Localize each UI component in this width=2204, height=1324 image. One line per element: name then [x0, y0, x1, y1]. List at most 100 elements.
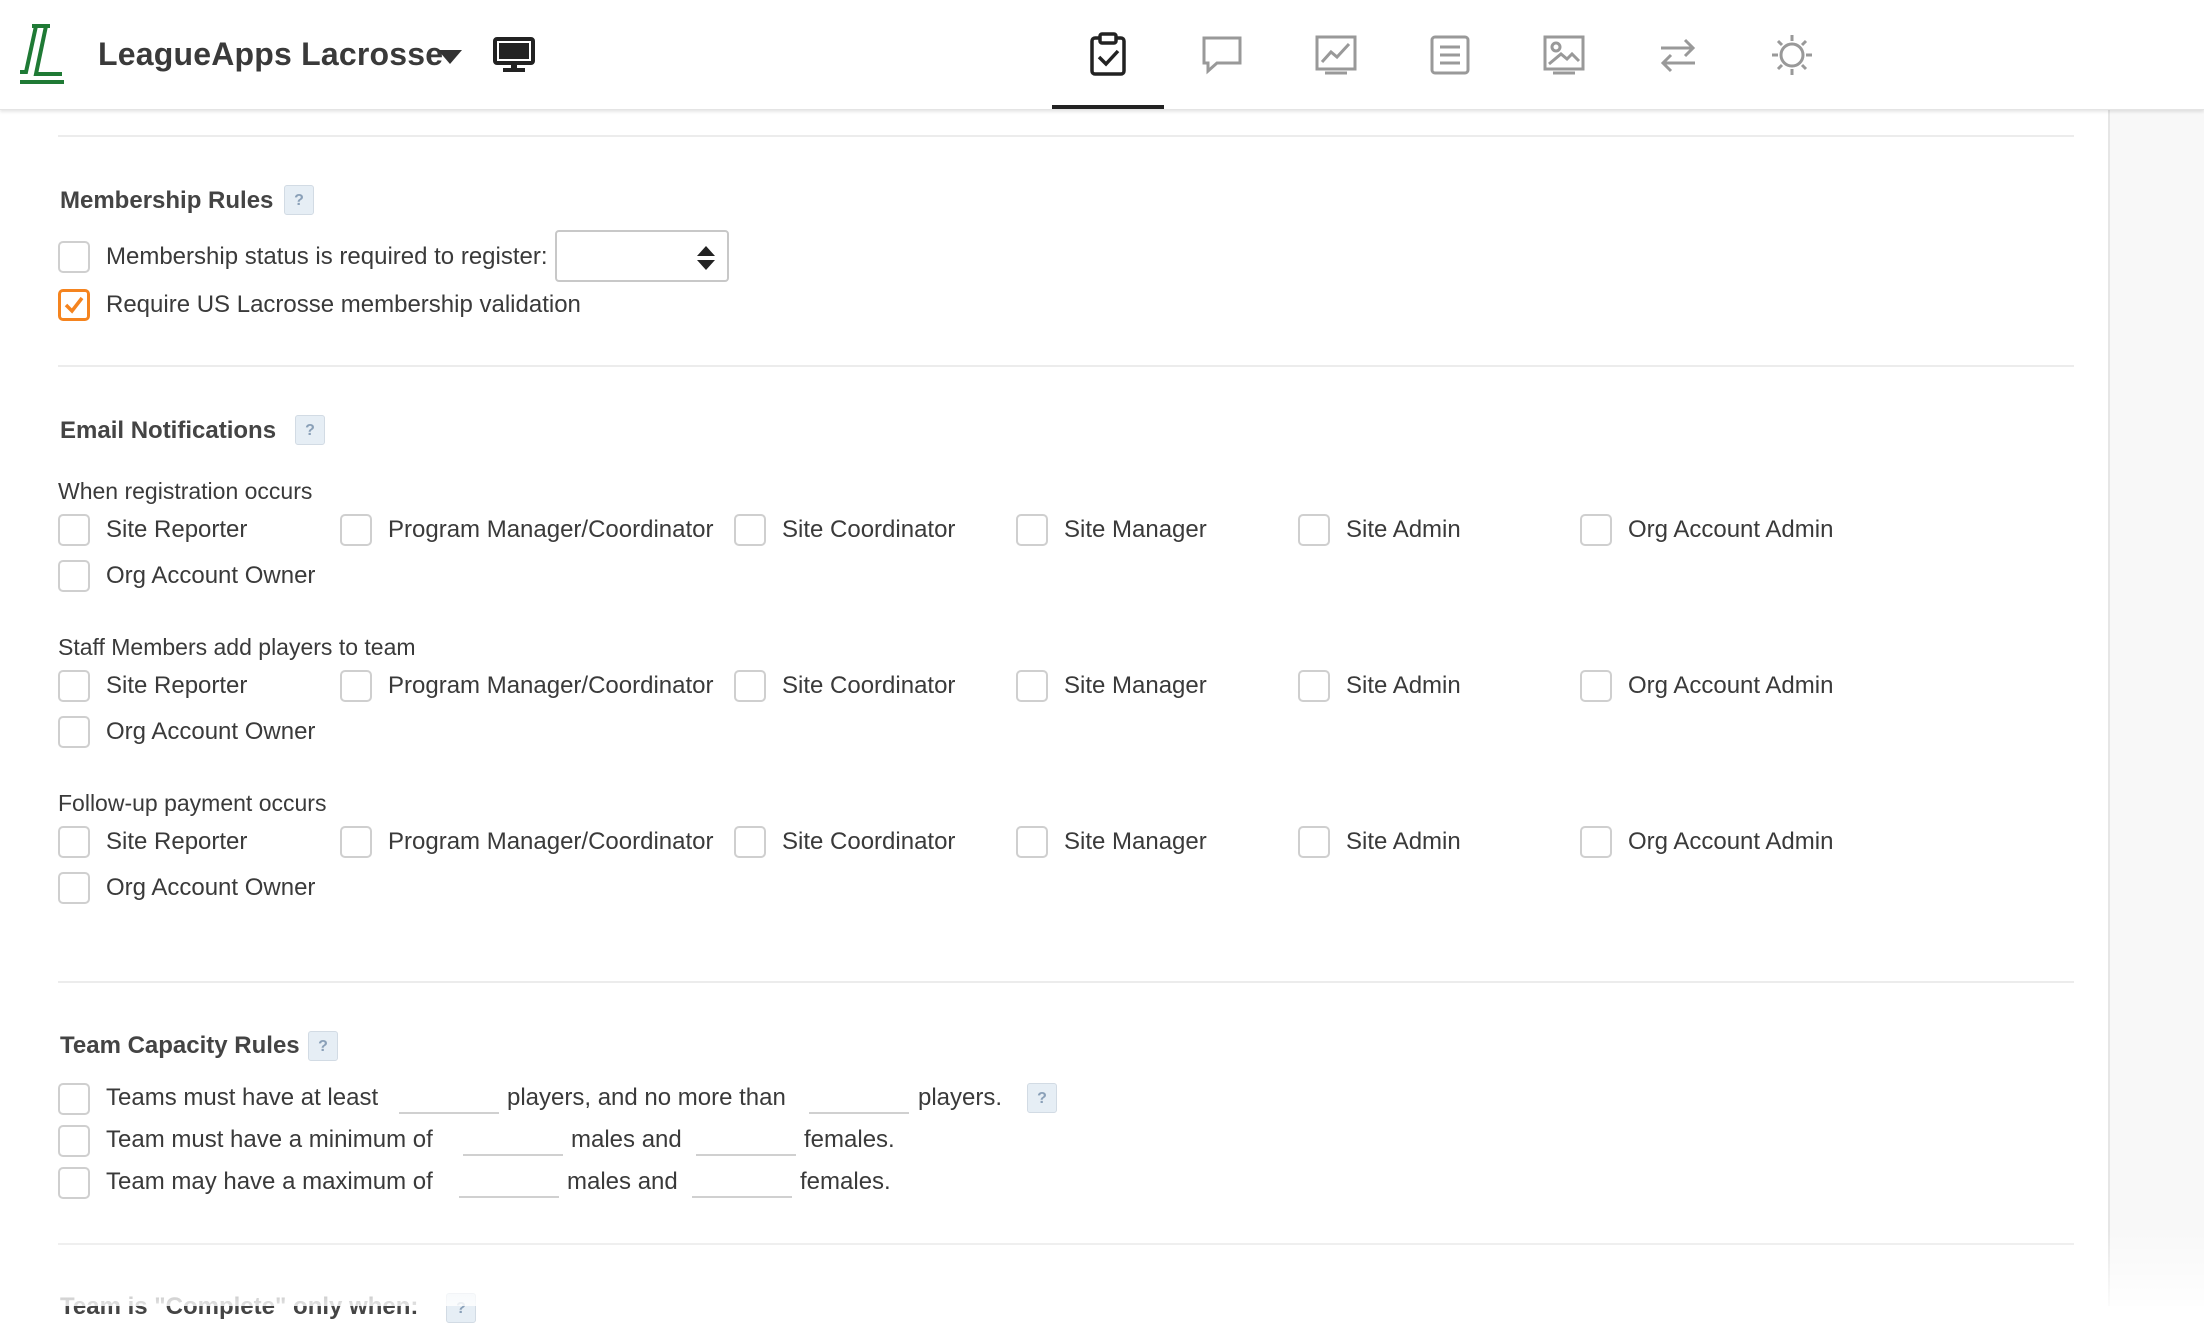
notify-site-admin-label: Site Admin: [1346, 828, 1461, 855]
max-males-input[interactable]: [459, 1170, 559, 1198]
notify-site-admin-checkbox[interactable]: [1298, 826, 1330, 858]
max-gender-label-c: females.: [800, 1168, 891, 1195]
notify-site-admin-checkbox[interactable]: [1298, 670, 1330, 702]
notify-program-manager-coordinator-checkbox[interactable]: [340, 514, 372, 546]
app-title[interactable]: LeagueApps Lacrosse: [98, 36, 443, 73]
notify-org-account-owner-label: Org Account Owner: [106, 874, 316, 901]
tab-settings[interactable]: [1736, 0, 1848, 109]
notify-org-account-owner-label: Org Account Owner: [106, 718, 316, 745]
notify-site-reporter-label: Site Reporter: [106, 828, 248, 855]
desktop-monitor-icon[interactable]: [492, 36, 536, 74]
right-gutter: [2108, 109, 2204, 1306]
max-gender-checkbox[interactable]: [58, 1167, 90, 1199]
select-arrows-icon: [697, 246, 715, 270]
us-lacrosse-validation-label: Require US Lacrosse membership validatio…: [106, 291, 581, 318]
min-males-input[interactable]: [463, 1128, 563, 1156]
notify-site-manager-label: Site Manager: [1064, 828, 1207, 855]
membership-rules-help-icon[interactable]: ?: [284, 185, 314, 215]
notify-site-manager-label: Site Manager: [1064, 516, 1207, 543]
chart-icon: [1315, 35, 1357, 74]
notify-site-manager-checkbox[interactable]: [1016, 514, 1048, 546]
notify-org-account-admin-label: Org Account Admin: [1628, 828, 1834, 855]
max-gender-label-b: males and: [567, 1168, 678, 1195]
divider: [58, 135, 2074, 137]
team-size-min-input[interactable]: [399, 1086, 499, 1114]
notification-group-heading: Staff Members add players to team: [58, 634, 416, 660]
notify-org-account-admin-checkbox[interactable]: [1580, 670, 1612, 702]
chevron-down-icon[interactable]: [436, 48, 464, 66]
notify-site-coordinator-label: Site Coordinator: [782, 516, 956, 543]
notify-org-account-owner-label: Org Account Owner: [106, 562, 316, 589]
notify-site-coordinator-checkbox[interactable]: [734, 826, 766, 858]
team-size-label-c: players.: [918, 1084, 1003, 1111]
team-complete-title: Team is "Complete" only when:: [60, 1293, 419, 1320]
notify-site-admin-checkbox[interactable]: [1298, 514, 1330, 546]
notify-org-account-owner-checkbox[interactable]: [58, 560, 90, 592]
notify-site-manager-label: Site Manager: [1064, 672, 1207, 699]
notify-site-admin-label: Site Admin: [1346, 516, 1461, 543]
membership-status-select[interactable]: [555, 230, 729, 282]
team-size-label-a: Teams must have at least: [106, 1084, 379, 1111]
tab-reports[interactable]: [1280, 0, 1392, 109]
tab-messages[interactable]: [1166, 0, 1278, 109]
notify-site-manager-checkbox[interactable]: [1016, 670, 1048, 702]
tab-documents[interactable]: [1394, 0, 1506, 109]
max-gender-label-a: Team may have a maximum of: [106, 1168, 433, 1195]
notify-program-manager-coordinator-label: Program Manager/Coordinator: [388, 672, 714, 699]
team-capacity-help-icon[interactable]: ?: [308, 1031, 338, 1061]
max-females-input[interactable]: [692, 1170, 792, 1198]
team-size-help-icon[interactable]: ?: [1027, 1083, 1057, 1113]
team-capacity-rules-title: Team Capacity Rules: [60, 1032, 300, 1059]
email-notifications-title: Email Notifications: [60, 417, 277, 444]
tab-transfers[interactable]: [1622, 0, 1734, 109]
email-notifications-help-icon[interactable]: ?: [295, 415, 325, 445]
membership-status-required-checkbox[interactable]: [58, 241, 90, 273]
notify-program-manager-coordinator-checkbox[interactable]: [340, 826, 372, 858]
notify-org-account-owner-checkbox[interactable]: [58, 872, 90, 904]
notification-group-heading: When registration occurs: [58, 478, 313, 504]
team-size-label-b: players, and no more than: [507, 1084, 786, 1111]
gear-icon: [1772, 34, 1812, 75]
notify-site-admin-label: Site Admin: [1346, 672, 1461, 699]
min-gender-label-a: Team must have a minimum of: [106, 1126, 433, 1153]
notify-org-account-admin-label: Org Account Admin: [1628, 672, 1834, 699]
notify-org-account-admin-checkbox[interactable]: [1580, 826, 1612, 858]
divider: [58, 365, 2074, 367]
divider: [58, 1243, 2074, 1245]
checkmark-icon: [64, 296, 84, 314]
notify-org-account-admin-label: Org Account Admin: [1628, 516, 1834, 543]
notify-site-coordinator-label: Site Coordinator: [782, 672, 956, 699]
team-size-checkbox[interactable]: [58, 1083, 90, 1115]
tab-registrations[interactable]: [1052, 0, 1164, 109]
document-list-icon: [1430, 35, 1470, 74]
tab-media[interactable]: [1508, 0, 1620, 109]
min-gender-label-b: males and: [571, 1126, 682, 1153]
notify-program-manager-coordinator-label: Program Manager/Coordinator: [388, 516, 714, 543]
notify-site-reporter-label: Site Reporter: [106, 516, 248, 543]
team-size-max-input[interactable]: [809, 1086, 909, 1114]
notify-program-manager-coordinator-checkbox[interactable]: [340, 670, 372, 702]
notify-site-reporter-checkbox[interactable]: [58, 826, 90, 858]
notify-site-coordinator-checkbox[interactable]: [734, 514, 766, 546]
us-lacrosse-validation-checkbox[interactable]: [58, 289, 90, 321]
chat-bubble-icon: [1202, 36, 1242, 74]
notify-site-reporter-checkbox[interactable]: [58, 670, 90, 702]
notify-program-manager-coordinator-label: Program Manager/Coordinator: [388, 828, 714, 855]
notify-site-reporter-label: Site Reporter: [106, 672, 248, 699]
divider: [58, 981, 2074, 983]
notify-org-account-admin-checkbox[interactable]: [1580, 514, 1612, 546]
notify-site-manager-checkbox[interactable]: [1016, 826, 1048, 858]
notify-site-coordinator-checkbox[interactable]: [734, 670, 766, 702]
team-complete-help-icon[interactable]: ?: [446, 1293, 476, 1323]
settings-form: Membership Rules ? Membership status is …: [18, 109, 2108, 1323]
notify-org-account-owner-checkbox[interactable]: [58, 716, 90, 748]
membership-status-required-label: Membership status is required to registe…: [106, 243, 548, 270]
transfer-arrows-icon: [1660, 38, 1696, 72]
min-gender-checkbox[interactable]: [58, 1125, 90, 1157]
clipboard-check-icon: [1090, 31, 1126, 76]
notify-site-reporter-checkbox[interactable]: [58, 514, 90, 546]
image-icon: [1543, 35, 1585, 74]
notify-site-coordinator-label: Site Coordinator: [782, 828, 956, 855]
leagueapps-logo[interactable]: [16, 22, 68, 86]
min-females-input[interactable]: [696, 1128, 796, 1156]
